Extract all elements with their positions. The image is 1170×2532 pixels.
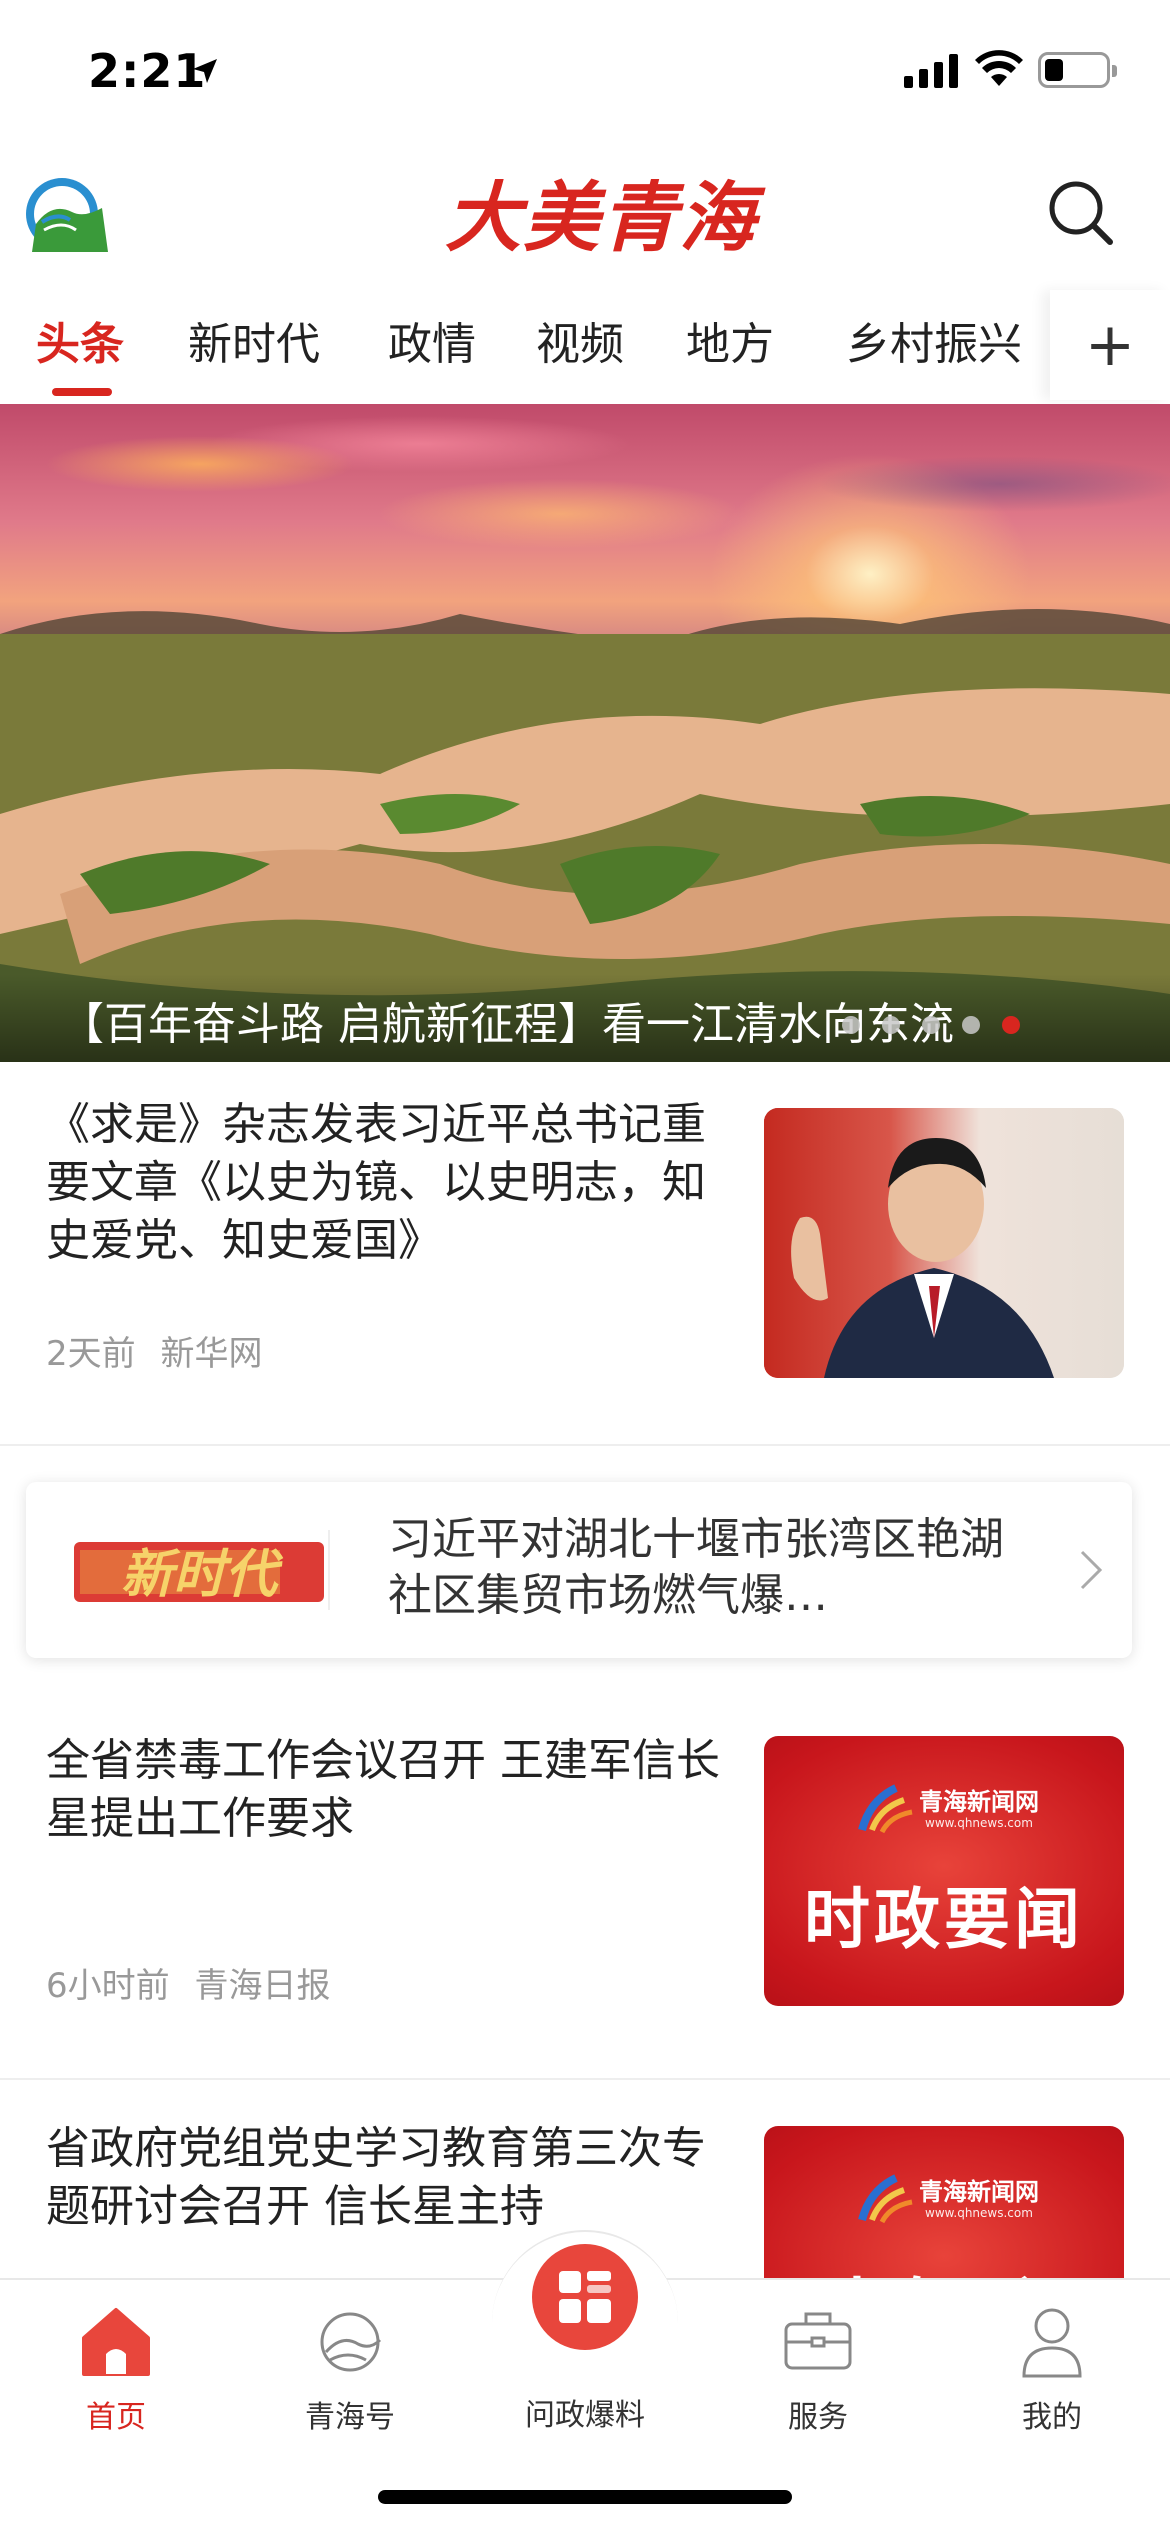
home-indicator <box>378 2490 792 2504</box>
topic-card-text[interactable]: 习近平对湖北十堰市张湾区艳湖社区集贸市场燃气爆… <box>388 1512 1018 1624</box>
carousel-dot[interactable] <box>962 1016 980 1034</box>
hero-banner[interactable]: 【百年奋斗路 启航新征程】看一江清水向东流 <box>0 404 1170 1062</box>
bottom-tab-bar: 首页 青海号 问政爆料 服务 我的 <box>0 2230 1170 2532</box>
svg-text:新时代: 新时代 <box>121 1544 284 1605</box>
battery-icon <box>1038 52 1117 88</box>
thumb-title: 时政要闻 <box>804 1880 1084 1958</box>
news-source: 青海日报 <box>194 1966 331 2006</box>
tabbar-label: 首页 <box>86 2400 146 2435</box>
carousel-dot-active[interactable] <box>1002 1016 1020 1034</box>
tabbar-label: 青海号 <box>305 2400 395 2435</box>
chevron-right-icon[interactable] <box>1078 1548 1104 1603</box>
app-header: 大美青海 <box>0 150 1170 280</box>
tab-local[interactable]: 地方 <box>686 308 774 372</box>
news-source: 新华网 <box>160 1334 263 1374</box>
wifi-icon <box>975 50 1023 86</box>
qinghai-account-icon <box>320 2312 382 2372</box>
tabbar-item-home[interactable]: 首页 <box>36 2300 196 2436</box>
location-arrow-icon <box>193 59 217 83</box>
portrait-image <box>764 1108 1124 1378</box>
cellular-signal-icon <box>904 54 958 88</box>
thumb-site-name: 青海新闻网 <box>919 2178 1039 2206</box>
tabbar-item-qinghai-account[interactable]: 青海号 <box>270 2300 430 2436</box>
tab-video[interactable]: 视频 <box>536 308 624 372</box>
news-title[interactable]: 全省禁毒工作会议召开 王建军信长星提出工作要求 <box>46 1732 736 1848</box>
tabbar-item-services[interactable]: 服务 <box>738 2300 898 2436</box>
tabbar-label: 我的 <box>1022 2400 1082 2435</box>
divider <box>0 2078 1170 2080</box>
user-icon <box>1022 2308 1082 2378</box>
new-era-logo: 新时代 <box>74 1542 324 1605</box>
topic-card[interactable]: 新时代 习近平对湖北十堰市张湾区艳湖社区集贸市场燃气爆… <box>26 1482 1132 1658</box>
news-time: 2天前 <box>46 1334 136 1374</box>
news-meta: 2天前 新华网 <box>46 1326 262 1375</box>
report-grid-icon <box>559 2271 611 2323</box>
news-title[interactable]: 《求是》杂志发表习近平总书记重要文章《以史为镜、以史明志，知史爱党、知史爱国》 <box>46 1096 736 1270</box>
search-icon[interactable] <box>1040 172 1120 252</box>
add-channel-button[interactable]: + <box>1050 290 1170 400</box>
tab-politics[interactable]: 政情 <box>388 308 476 372</box>
category-tabs: 头条 新时代 政情 视频 地方 乡村振兴 + <box>0 290 1170 400</box>
home-icon <box>82 2308 150 2376</box>
news-meta: 6小时前 青海日报 <box>46 1958 330 2007</box>
news-thumbnail[interactable]: 青海新闻网 www.qhnews.com 时政要闻 <box>764 1736 1124 2006</box>
brand-title: 大美青海 <box>445 173 757 262</box>
tab-headlines[interactable]: 头条 <box>36 308 124 372</box>
report-grid-button[interactable] <box>532 2244 638 2350</box>
tabbar-label[interactable]: 问政爆料 <box>505 2390 665 2434</box>
news-time: 6小时前 <box>46 1966 170 2006</box>
news-title[interactable]: 省政府党组党史学习教育第三次专题研讨会召开 信长星主持 <box>46 2120 736 2236</box>
tabbar-item-mine[interactable]: 我的 <box>972 2300 1132 2436</box>
briefcase-icon <box>784 2312 852 2370</box>
carousel-dot[interactable] <box>922 1016 940 1034</box>
status-bar: 2:21 <box>0 0 1170 150</box>
tabbar-label: 服务 <box>788 2400 848 2435</box>
news-thumbnail[interactable]: 青海新闻网 www.qhnews.com 时政要闻 <box>764 2126 1124 2280</box>
news-thumbnail[interactable] <box>764 1108 1124 1378</box>
status-time: 2:21 <box>88 44 207 98</box>
thumb-site-url: www.qhnews.com <box>925 2206 1033 2220</box>
news-item[interactable]: 全省禁毒工作会议召开 王建军信长星提出工作要求 6小时前 青海日报 青海新闻网 … <box>0 1732 1170 2072</box>
carousel-dot[interactable] <box>882 1016 900 1034</box>
thumb-site-name: 青海新闻网 <box>919 1788 1039 1816</box>
news-item[interactable]: 《求是》杂志发表习近平总书记重要文章《以史为镜、以史明志，知史爱党、知史爱国》 … <box>0 1096 1170 1426</box>
carousel-indicator <box>0 1016 1170 1036</box>
carousel-dot[interactable] <box>842 1016 860 1034</box>
active-tab-indicator <box>52 388 112 396</box>
divider <box>0 1444 1170 1446</box>
app-logo-icon[interactable] <box>22 172 110 252</box>
tab-new-era[interactable]: 新时代 <box>188 308 320 372</box>
thumb-title: 时政要闻 <box>764 2256 1124 2280</box>
thumb-site-url: www.qhnews.com <box>925 1816 1033 1830</box>
tab-rural-revitalization[interactable]: 乡村振兴 <box>846 308 1022 372</box>
